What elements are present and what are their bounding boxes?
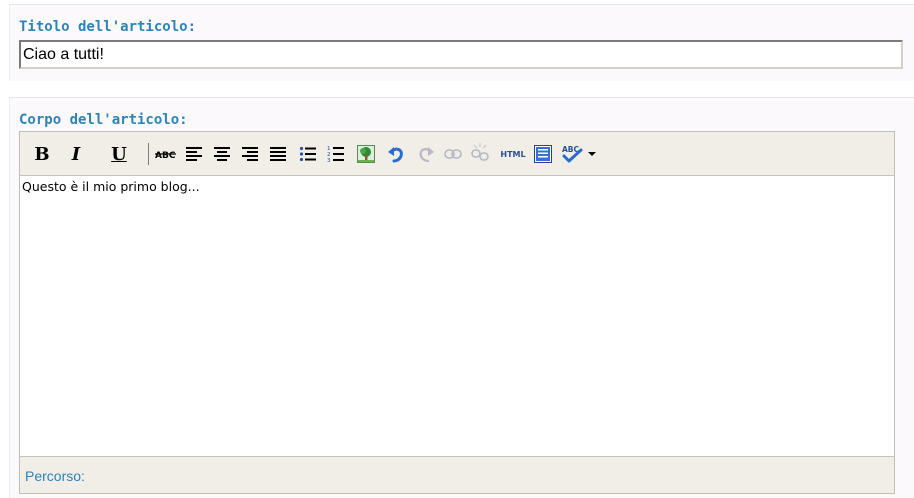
underline-button[interactable]: U <box>108 142 130 166</box>
insert-link-button[interactable] <box>442 142 464 166</box>
strikethrough-button[interactable]: ABC <box>154 142 178 166</box>
insert-template-button[interactable] <box>532 142 554 166</box>
align-left-icon <box>186 147 202 161</box>
template-icon <box>534 145 552 163</box>
svg-text:ABC: ABC <box>155 151 176 161</box>
post-title-label: Titolo dell'articolo: <box>19 19 197 35</box>
numbered-list-button[interactable]: 1 2 3 <box>325 142 347 166</box>
editor-toolbar: B I U ABC 1 2 3 HTML ABC <box>20 132 894 176</box>
strikethrough-icon: ABC <box>155 151 176 161</box>
remove-link-button[interactable] <box>469 142 491 166</box>
unlink-icon <box>471 143 489 161</box>
italic-icon: I <box>71 143 81 165</box>
redo-icon <box>419 147 434 163</box>
post-title-input[interactable] <box>19 40 903 69</box>
redo-button[interactable] <box>415 142 437 166</box>
underline-icon: U <box>111 143 127 165</box>
image-icon <box>357 145 375 163</box>
bullet-list-icon <box>299 146 316 162</box>
editor-content[interactable]: Questo è il mio primo blog... <box>20 176 894 456</box>
bold-icon: B <box>34 143 50 165</box>
chevron-down-icon <box>587 152 596 156</box>
bullet-list-button[interactable] <box>297 142 319 166</box>
html-source-button[interactable]: HTML <box>497 142 529 166</box>
rich-text-editor: B I U ABC 1 2 3 HTML ABC Questo è il mio… <box>19 131 895 494</box>
align-right-button[interactable] <box>239 142 261 166</box>
toolbar-separator <box>148 143 149 165</box>
undo-icon <box>388 147 403 163</box>
numbered-list-icon: 1 2 3 <box>327 146 344 163</box>
align-left-button[interactable] <box>183 142 205 166</box>
align-justify-icon <box>270 147 286 161</box>
bold-button[interactable]: B <box>32 142 52 166</box>
html-icon: HTML <box>500 149 526 159</box>
align-justify-button[interactable] <box>267 142 289 166</box>
align-center-icon <box>214 147 230 161</box>
editor-path-bar: Percorso: <box>20 456 894 493</box>
path-label: Percorso: <box>25 468 85 484</box>
spellcheck-button[interactable]: ABC <box>560 142 596 166</box>
svg-text:3: 3 <box>327 158 331 163</box>
undo-button[interactable] <box>385 142 407 166</box>
post-body-label: Corpo dell'articolo: <box>19 112 188 128</box>
spellcheck-icon: ABC <box>562 145 582 163</box>
link-icon <box>444 149 462 159</box>
align-right-icon <box>242 147 258 161</box>
insert-image-button[interactable] <box>355 142 377 166</box>
align-center-button[interactable] <box>211 142 233 166</box>
italic-button[interactable]: I <box>66 142 86 166</box>
